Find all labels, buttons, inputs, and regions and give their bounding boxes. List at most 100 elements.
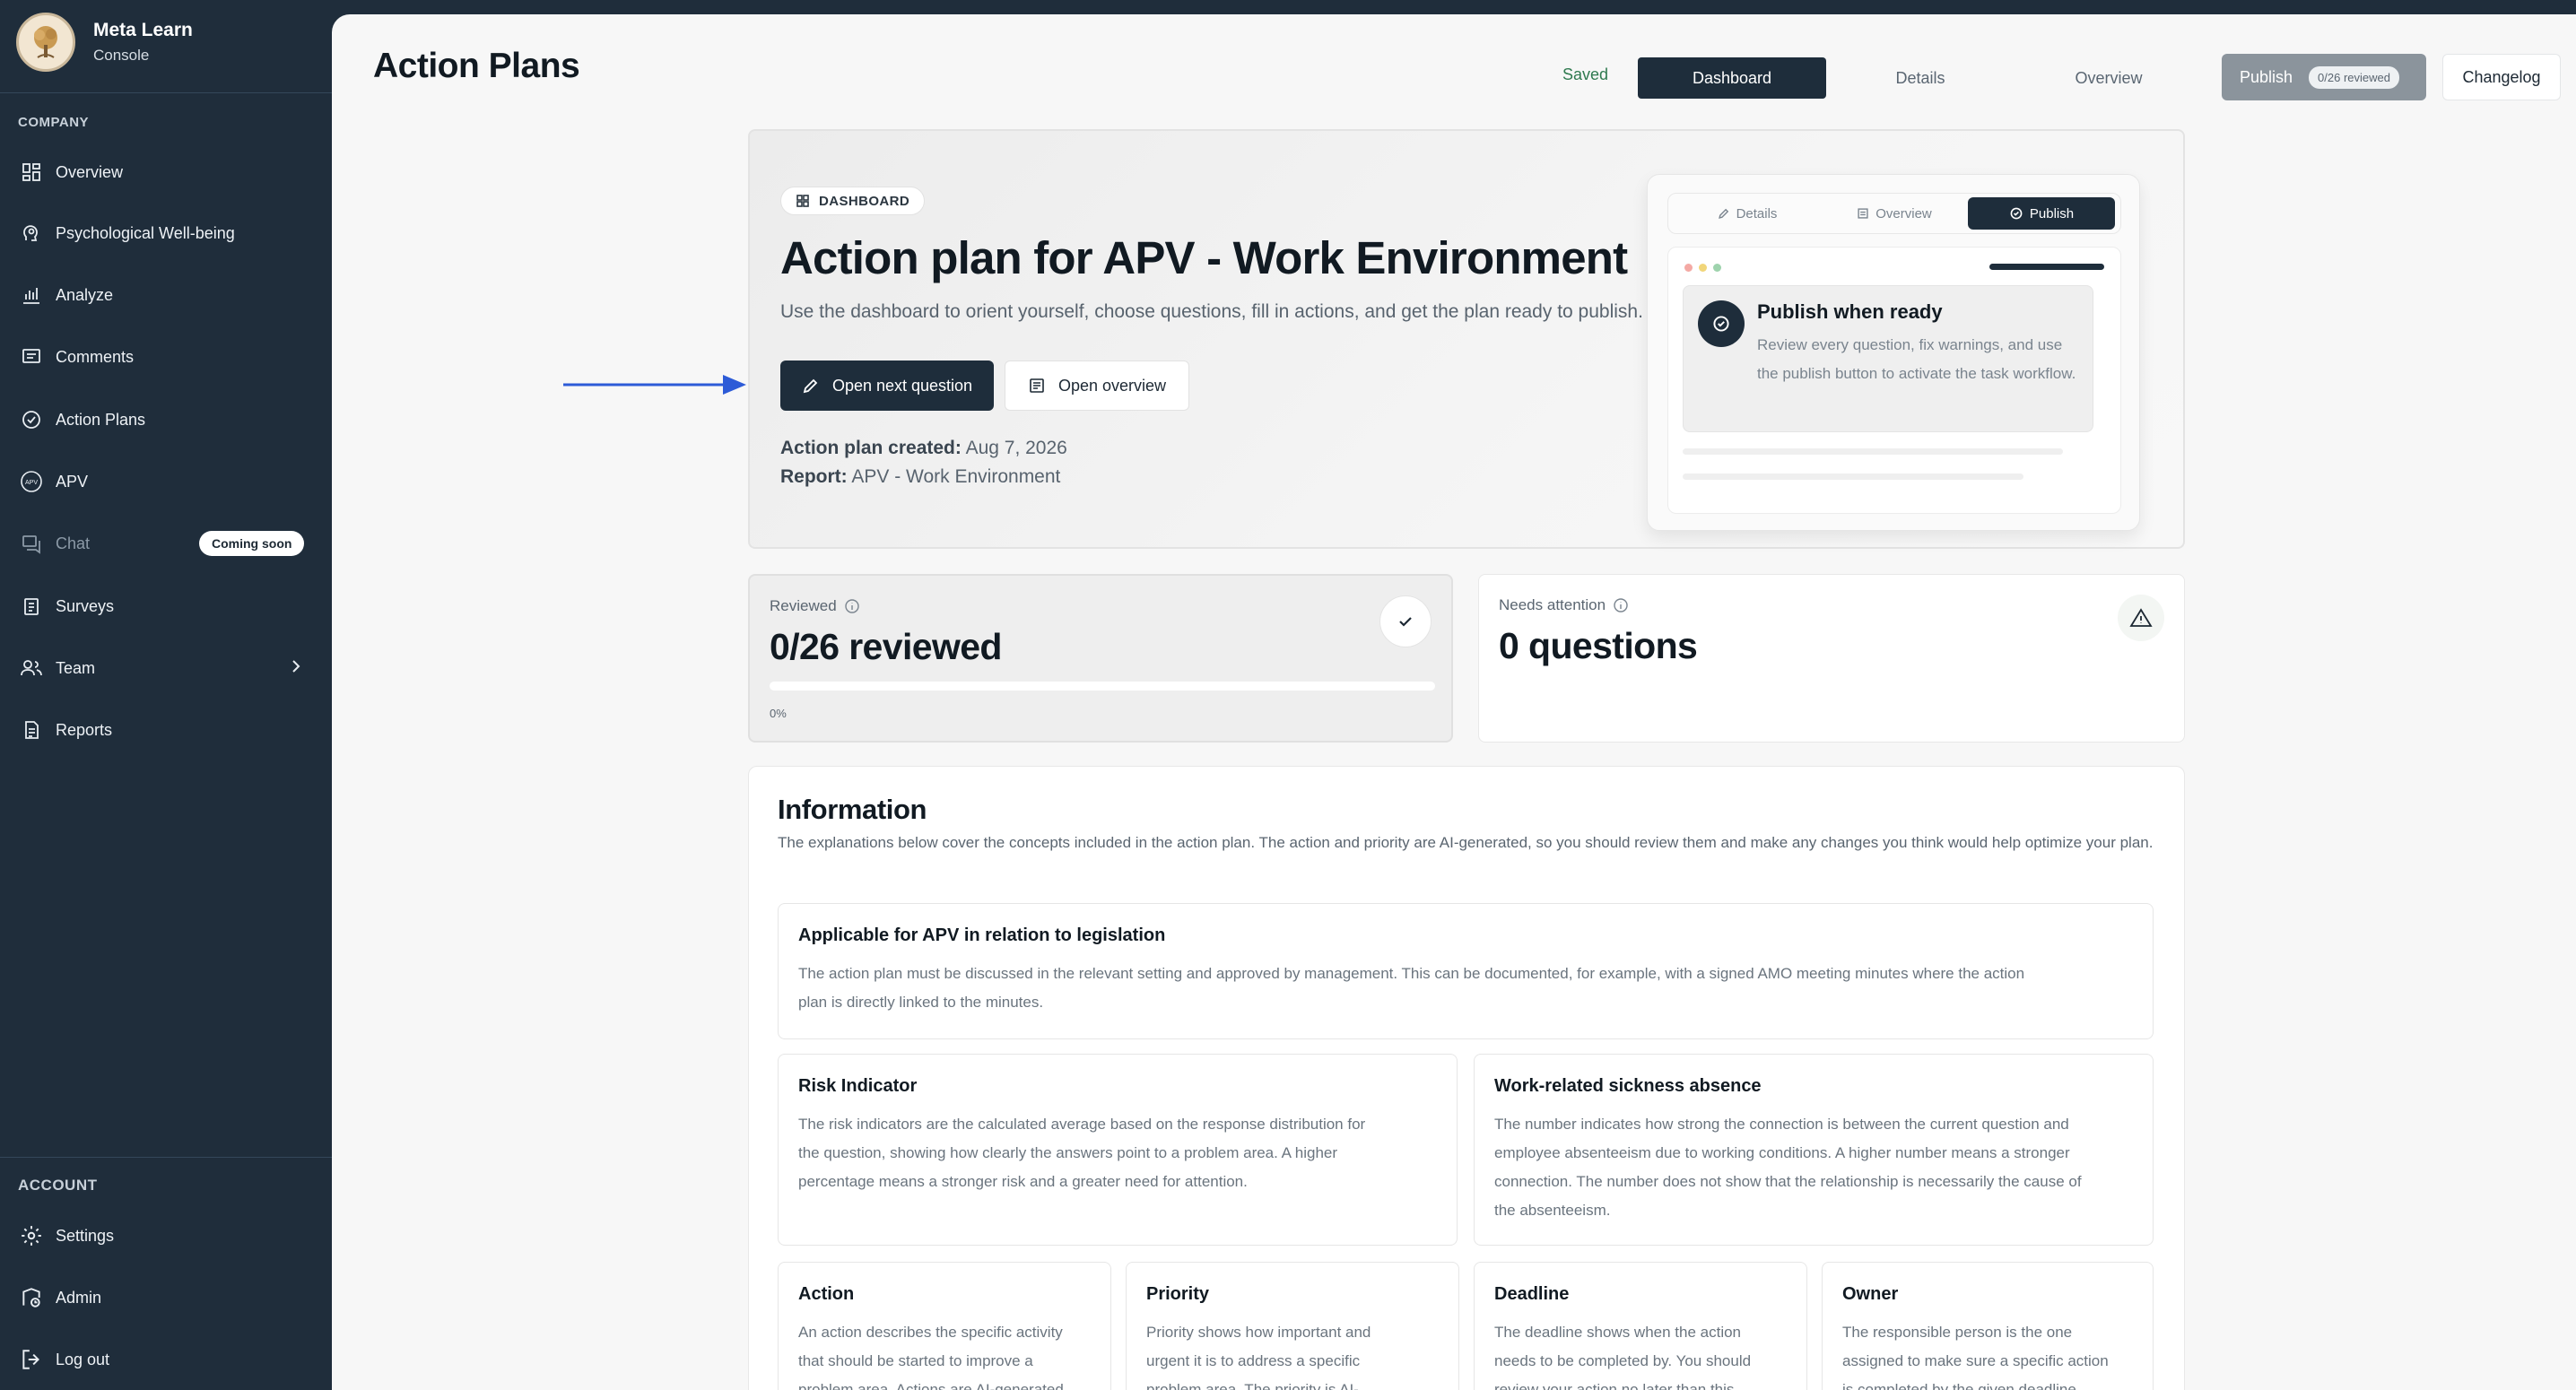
check-circle-icon <box>2010 207 2023 220</box>
deadline-title: Deadline <box>1494 1284 1570 1304</box>
sidebar-item-logout[interactable]: Log out <box>18 1340 314 1379</box>
head-icon <box>18 220 45 247</box>
sidebar-item-label: Surveys <box>56 596 115 615</box>
publish-label: Publish <box>2240 67 2293 86</box>
legislation-text: The action plan must be discussed in the… <box>798 965 2025 1011</box>
report-name: Report: APV - Work Environment <box>780 466 1061 487</box>
preview-tab-publish: Publish <box>1968 197 2115 230</box>
sidebar-item-chat[interactable]: Chat Coming soon <box>18 524 314 563</box>
grid-icon <box>18 159 45 186</box>
sidebar: Meta Learn Console COMPANY Overview Psyc… <box>0 0 332 1390</box>
open-overview-button[interactable]: Open overview <box>1005 361 1189 411</box>
tab-details[interactable]: Details <box>1826 57 2015 99</box>
sidebar-item-settings[interactable]: Settings <box>18 1216 314 1255</box>
priority-card: Priority Priority shows how important an… <box>1126 1262 1459 1390</box>
open-next-question-button[interactable]: Open next question <box>780 361 994 411</box>
risk-indicator-card: Risk Indicator The risk indicators are t… <box>778 1054 1458 1246</box>
preview-tabs: Details Overview Publish <box>1667 193 2121 234</box>
skeleton-line <box>1683 448 2063 455</box>
apv-icon: APV <box>18 468 45 495</box>
sidebar-item-action-plans[interactable]: Action Plans <box>18 400 314 439</box>
sidebar-item-apv[interactable]: APV APV <box>18 462 314 501</box>
brain-tree-logo-icon <box>16 13 75 72</box>
sickness-title: Work-related sickness absence <box>1494 1076 1762 1096</box>
tab-overview[interactable]: Overview <box>2015 57 2203 99</box>
chat-icon <box>18 530 45 557</box>
sidebar-divider <box>0 1157 332 1158</box>
priority-text: Priority shows how important and urgent … <box>1146 1324 1371 1390</box>
document-icon <box>1030 378 1044 393</box>
sidebar-item-team[interactable]: Team <box>18 648 314 688</box>
owner-card: Owner The responsible person is the one … <box>1822 1262 2154 1390</box>
svg-text:APV: APV <box>25 480 38 486</box>
information-title: Information <box>778 794 927 825</box>
info-icon[interactable] <box>1613 597 1629 613</box>
checkmark-icon <box>1379 595 1432 647</box>
button-label: Open next question <box>831 376 973 395</box>
tab-dashboard[interactable]: Dashboard <box>1638 57 1826 99</box>
information-section: Information The explanations below cover… <box>748 766 2185 1390</box>
top-strip <box>0 0 2576 14</box>
check-circle-icon <box>18 406 45 433</box>
users-icon <box>18 655 45 682</box>
sidebar-item-label: Overview <box>56 162 124 181</box>
sidebar-divider <box>0 92 332 93</box>
comment-icon <box>18 343 45 370</box>
review-progress-bar <box>770 682 1435 691</box>
saved-status: Saved <box>1562 65 1609 83</box>
priority-title: Priority <box>1146 1284 1210 1304</box>
view-tabs: Dashboard Details Overview <box>1638 57 2203 99</box>
legislation-title: Applicable for APV in relation to legisl… <box>798 925 1166 945</box>
sidebar-item-label: Analyze <box>56 285 114 304</box>
dashboard-chip: DASHBOARD <box>780 187 926 215</box>
gear-icon <box>18 1222 45 1249</box>
window-dot <box>1684 264 1693 272</box>
action-title: Action <box>798 1284 855 1304</box>
deadline-card: Deadline The deadline shows when the act… <box>1474 1262 1807 1390</box>
sidebar-item-label: APV <box>56 472 89 491</box>
info-icon[interactable] <box>844 598 860 614</box>
sidebar-item-overview[interactable]: Overview <box>18 152 314 192</box>
sidebar-item-reports[interactable]: Reports <box>18 710 314 750</box>
reviewed-label: Reviewed <box>770 597 860 615</box>
coming-soon-badge: Coming soon <box>199 531 305 556</box>
publish-button[interactable]: Publish 0/26 reviewed <box>2222 54 2426 100</box>
preview-tab-details: Details <box>1674 197 1821 230</box>
sidebar-item-surveys[interactable]: Surveys <box>18 586 314 626</box>
owner-title: Owner <box>1842 1284 1899 1304</box>
sidebar-item-admin[interactable]: Admin <box>18 1278 314 1317</box>
attention-label: Needs attention <box>1499 596 1629 614</box>
skeleton-line <box>1683 473 2023 480</box>
grid-icon <box>796 195 809 207</box>
review-progress-percent: 0% <box>770 707 787 720</box>
sidebar-item-analyze[interactable]: Analyze <box>18 275 314 315</box>
changelog-button[interactable]: Changelog <box>2442 54 2561 100</box>
sidebar-item-label: Psychological Well-being <box>56 223 235 242</box>
brand-subtitle: Console <box>93 47 150 64</box>
risk-text: The risk indicators are the calculated a… <box>798 1116 1366 1190</box>
sidebar-item-label: Chat <box>56 534 91 552</box>
window-dot <box>1699 264 1707 272</box>
attention-value: 0 questions <box>1499 625 1698 666</box>
clipboard-icon <box>18 593 45 620</box>
company-section-label: COMPANY <box>18 115 90 130</box>
sickness-text: The number indicates how strong the conn… <box>1494 1116 2082 1219</box>
hero-subtitle: Use the dashboard to orient yourself, ch… <box>780 301 1643 322</box>
legislation-card: Applicable for APV in relation to legisl… <box>778 903 2154 1039</box>
sidebar-item-label: Log out <box>56 1350 110 1368</box>
sidebar-item-comments[interactable]: Comments <box>18 337 314 377</box>
deadline-text: The deadline shows when the action needs… <box>1494 1324 1752 1390</box>
publish-preview: Details Overview Publish Publish when re… <box>1647 174 2140 531</box>
sidebar-item-label: Reports <box>56 720 113 739</box>
brand[interactable]: Meta Learn Console <box>16 13 193 72</box>
warning-icon <box>2118 595 2164 641</box>
brand-name: Meta Learn <box>93 20 193 40</box>
owner-text: The responsible person is the one assign… <box>1842 1324 2109 1390</box>
chevron-right-icon[interactable] <box>287 656 305 682</box>
sidebar-item-label: Action Plans <box>56 410 146 429</box>
sidebar-item-wellbeing[interactable]: Psychological Well-being <box>18 213 314 253</box>
preview-progress-bar <box>1989 264 2104 270</box>
document-icon <box>18 717 45 743</box>
admin-icon <box>18 1284 45 1311</box>
pencil-icon <box>803 378 818 394</box>
